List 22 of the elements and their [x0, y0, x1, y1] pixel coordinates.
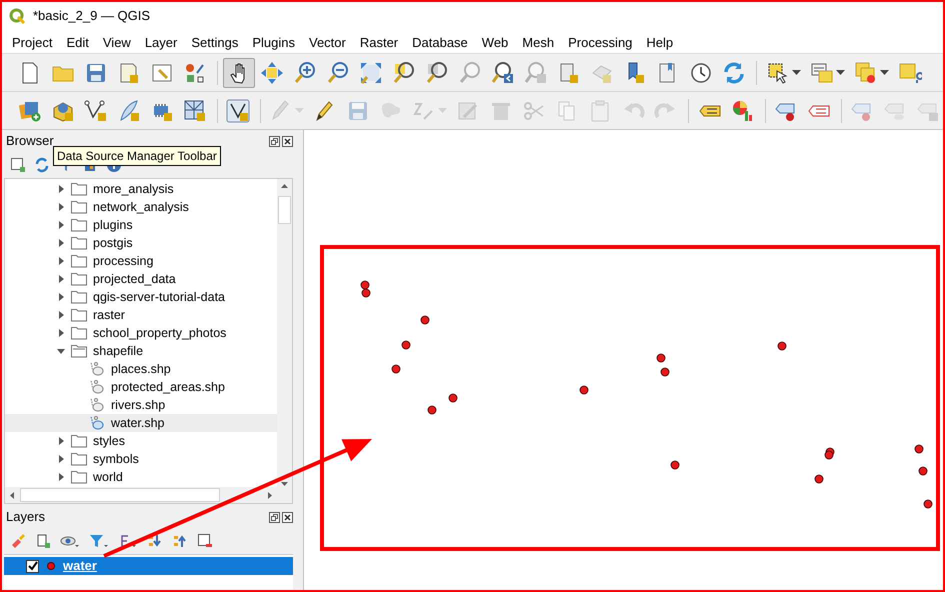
tree-item-label: qgis-server-tutorial-data: [93, 288, 225, 306]
tree-item-label: shapefile: [93, 342, 144, 360]
tree-item-label: processing: [93, 252, 154, 270]
tooltip: Data Source Manager Toolbar: [53, 146, 221, 166]
tree-item-label: plugins: [93, 216, 133, 234]
tree-item-label: world: [93, 468, 123, 486]
tree-item-label: projected_data: [93, 270, 176, 288]
panel-title: Browser: [6, 132, 54, 150]
tree-item-label: network_analysis: [93, 198, 189, 216]
tree-item-label: styles: [93, 432, 125, 450]
tree-item-label: symbols: [93, 450, 139, 468]
tree-item-label: raster: [93, 306, 125, 324]
tree-item-label: school_property_photos: [93, 324, 226, 342]
tree-item-label: protected_areas.shp: [111, 378, 225, 396]
tree-item-label: places.shp: [111, 360, 171, 378]
panel-title: Layers: [6, 508, 46, 526]
window-title: *basic_2_9 — QGIS: [33, 7, 150, 26]
tree-item-label: postgis: [93, 234, 133, 252]
tree-item-label: water.shp: [111, 414, 165, 432]
tree-item-label: more_analysis: [93, 180, 174, 198]
tree-item-label: rivers.shp: [111, 396, 166, 414]
layer-name: water: [63, 557, 97, 576]
